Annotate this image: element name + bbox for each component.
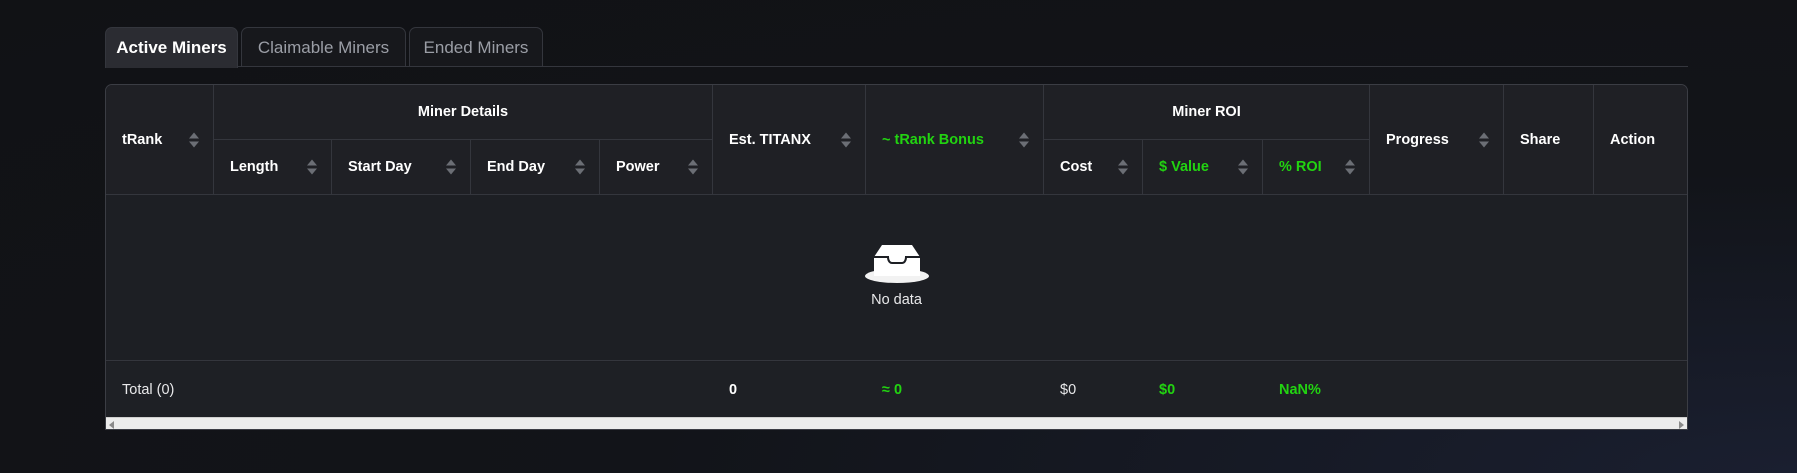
column-header-trank-bonus[interactable]: ~ tRank Bonus xyxy=(866,85,1044,195)
inbox-icon xyxy=(864,245,929,283)
column-label: Length xyxy=(230,159,279,175)
column-header-power[interactable]: Power xyxy=(600,140,713,195)
tab-label: Claimable Miners xyxy=(257,37,390,57)
scroll-left-icon[interactable] xyxy=(109,421,114,429)
tab-ended-miners[interactable]: Ended Miners xyxy=(409,27,543,67)
sort-icon[interactable] xyxy=(575,159,585,175)
column-header-progress[interactable]: Progress xyxy=(1370,85,1504,195)
column-header-value[interactable]: $ Value xyxy=(1143,140,1263,195)
empty-text: No data xyxy=(871,292,922,308)
sort-icon[interactable] xyxy=(1118,159,1128,175)
sort-icon[interactable] xyxy=(446,159,456,175)
sort-icon[interactable] xyxy=(688,159,698,175)
total-cost: $0 xyxy=(1060,381,1077,398)
column-header-action: Action xyxy=(1594,85,1687,195)
total-roi: NaN% xyxy=(1279,381,1321,398)
group-label: Miner Details xyxy=(417,104,509,120)
sort-icon[interactable] xyxy=(1238,159,1248,175)
total-est-titanx: 0 xyxy=(729,381,738,398)
sort-icon[interactable] xyxy=(841,132,851,147)
column-label: Cost xyxy=(1060,159,1093,175)
empty-state: No data xyxy=(864,243,929,308)
column-header-est-titanx[interactable]: Est. TITANX xyxy=(713,85,866,195)
column-label: Start Day xyxy=(348,159,412,175)
tab-label: Ended Miners xyxy=(423,37,529,57)
column-header-start-day[interactable]: Start Day xyxy=(332,140,471,195)
sort-icon[interactable] xyxy=(1019,132,1029,147)
group-header-miner-details: Miner Details xyxy=(214,85,713,140)
column-label: tRank xyxy=(122,131,163,148)
group-header-miner-roi: Miner ROI xyxy=(1044,85,1370,140)
column-label: Action xyxy=(1610,131,1656,148)
column-header-length[interactable]: Length xyxy=(214,140,332,195)
column-label: $ Value xyxy=(1159,159,1209,175)
tab-claimable-miners[interactable]: Claimable Miners xyxy=(241,27,406,67)
sort-icon[interactable] xyxy=(307,159,317,175)
tab-label: Active Miners xyxy=(116,38,227,57)
column-header-share: Share xyxy=(1504,85,1594,195)
total-value: $0 xyxy=(1159,381,1176,398)
column-label: Progress xyxy=(1386,131,1449,148)
column-label: % ROI xyxy=(1279,159,1322,175)
scroll-right-icon[interactable] xyxy=(1679,421,1684,429)
column-header-trank[interactable]: tRank xyxy=(106,85,214,195)
column-label: Power xyxy=(616,159,660,175)
miner-tabs: Active Miners Claimable Miners Ended Min… xyxy=(105,27,1688,68)
miners-table: tRank Miner Details Length Start Day End… xyxy=(105,84,1688,430)
total-trank-bonus: ≈ 0 xyxy=(882,381,903,398)
column-header-cost[interactable]: Cost xyxy=(1044,140,1143,195)
column-label: Est. TITANX xyxy=(729,131,811,148)
table-footer: Total (0) 0 ≈ 0 $0 $0 NaN% xyxy=(106,362,1687,417)
total-count: Total (0) xyxy=(122,381,175,398)
column-header-end-day[interactable]: End Day xyxy=(471,140,600,195)
sort-icon[interactable] xyxy=(189,132,199,147)
column-label: ~ tRank Bonus xyxy=(882,131,984,148)
column-label: Share xyxy=(1520,131,1561,148)
sort-icon[interactable] xyxy=(1345,159,1355,175)
column-header-roi[interactable]: % ROI xyxy=(1263,140,1370,195)
sort-icon[interactable] xyxy=(1479,132,1489,147)
miners-panel: Active Miners Claimable Miners Ended Min… xyxy=(105,27,1688,430)
horizontal-scrollbar[interactable] xyxy=(106,417,1687,429)
column-label: End Day xyxy=(487,159,546,175)
tab-active-miners[interactable]: Active Miners xyxy=(105,27,238,68)
group-label: Miner ROI xyxy=(1172,104,1241,120)
table-body: No data xyxy=(106,195,1687,361)
